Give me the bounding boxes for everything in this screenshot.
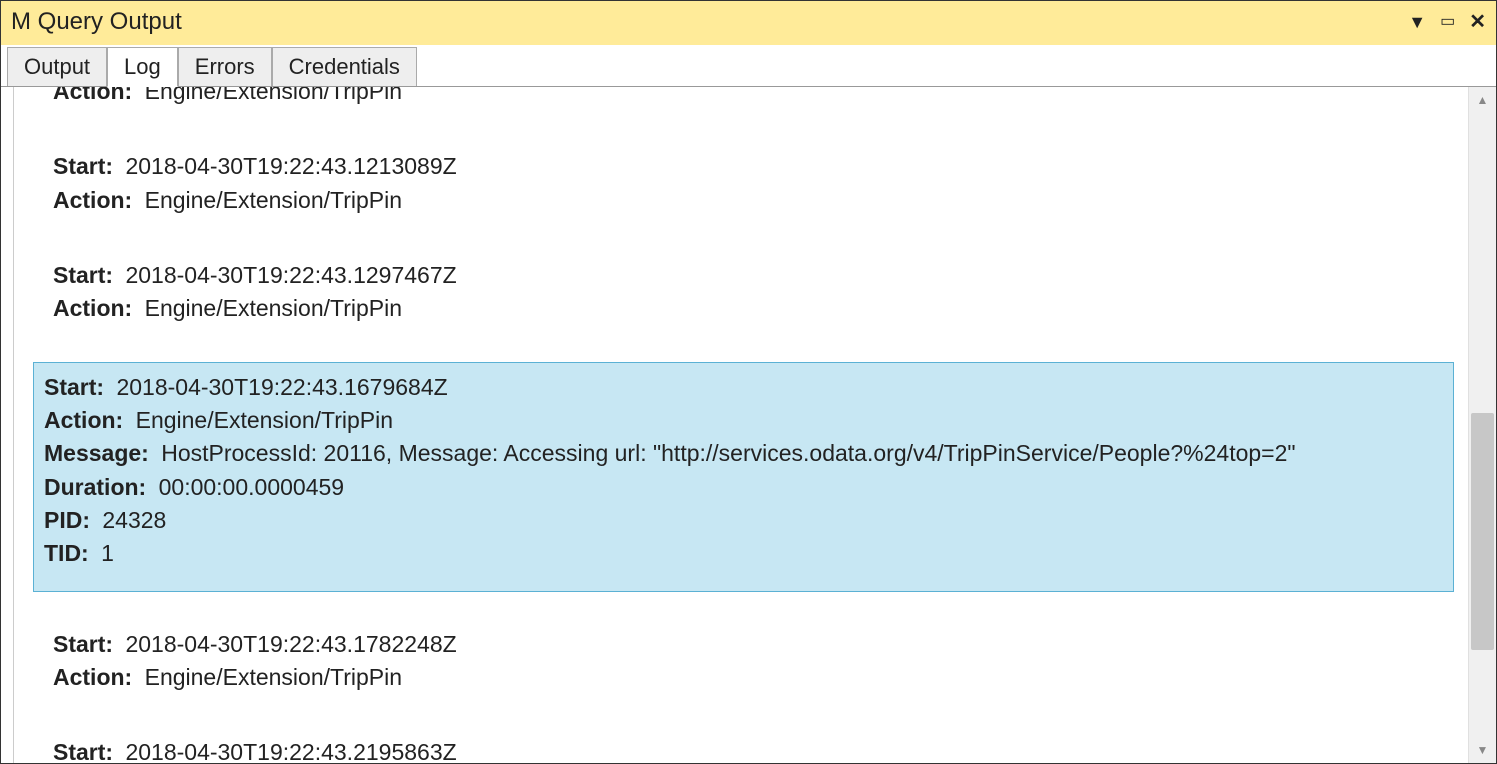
field-action-value: Engine/Extension/TripPin	[145, 295, 402, 321]
field-action-label: Action:	[53, 87, 132, 104]
field-start-label: Start:	[44, 374, 104, 400]
scroll-thumb[interactable]	[1471, 413, 1494, 650]
field-pid-value: 24328	[102, 507, 166, 533]
log-left-border	[13, 87, 14, 763]
tab-credentials[interactable]: Credentials	[272, 47, 417, 86]
field-start-value: 2018-04-30T19:22:43.1782248Z	[125, 631, 456, 657]
scroll-up-icon[interactable]: ▲	[1469, 87, 1496, 113]
field-message-label: Message:	[44, 440, 149, 466]
field-start-value: 2018-04-30T19:22:43.2195863Z	[125, 739, 456, 763]
field-start-label: Start:	[53, 739, 113, 763]
field-tid-value: 1	[101, 540, 114, 566]
field-action-label: Action:	[44, 407, 123, 433]
log-body: Action: Engine/Extension/TripPin Start: …	[25, 87, 1466, 763]
log-content: Action: Engine/Extension/TripPin Start: …	[1, 87, 1466, 763]
window-title: M Query Output	[11, 8, 182, 36]
close-icon[interactable]: ✕	[1469, 12, 1486, 32]
log-entry-selected[interactable]: Start: 2018-04-30T19:22:43.1679684Z Acti…	[33, 362, 1454, 592]
field-action-value: Engine/Extension/TripPin	[145, 187, 402, 213]
field-start-label: Start:	[53, 153, 113, 179]
field-pid-label: PID:	[44, 507, 90, 533]
scroll-track[interactable]	[1469, 113, 1496, 737]
tab-bar: Output Log Errors Credentials	[1, 45, 1496, 87]
field-start-label: Start:	[53, 262, 113, 288]
field-duration-label: Duration:	[44, 474, 146, 500]
field-action-label: Action:	[53, 187, 132, 213]
log-entry[interactable]: Action: Engine/Extension/TripPin	[45, 87, 1458, 114]
field-start-value: 2018-04-30T19:22:43.1297467Z	[125, 262, 456, 288]
field-start-label: Start:	[53, 631, 113, 657]
tab-output[interactable]: Output	[7, 47, 107, 86]
field-action-value: Engine/Extension/TripPin	[136, 407, 393, 433]
tab-errors[interactable]: Errors	[178, 47, 272, 86]
field-start-value: 2018-04-30T19:22:43.1213089Z	[125, 153, 456, 179]
field-message-value: HostProcessId: 20116, Message: Accessing…	[161, 440, 1295, 466]
log-entry[interactable]: Start: 2018-04-30T19:22:43.1782248Z Acti…	[45, 622, 1458, 701]
vertical-scrollbar[interactable]: ▲ ▼	[1468, 87, 1496, 763]
scroll-down-icon[interactable]: ▼	[1469, 737, 1496, 763]
field-duration-value: 00:00:00.0000459	[159, 474, 344, 500]
log-entry[interactable]: Start: 2018-04-30T19:22:43.1213089Z Acti…	[45, 144, 1458, 223]
dropdown-icon[interactable]: ▼	[1408, 13, 1426, 31]
maximize-icon[interactable]: ▭	[1440, 14, 1455, 30]
m-query-output-panel: M Query Output ▼ ▭ ✕ Output Log Errors C…	[0, 0, 1497, 764]
titlebar: M Query Output ▼ ▭ ✕	[1, 1, 1496, 45]
field-action-value: Engine/Extension/TripPin	[145, 664, 402, 690]
field-start-value: 2018-04-30T19:22:43.1679684Z	[116, 374, 447, 400]
field-action-label: Action:	[53, 295, 132, 321]
window-controls: ▼ ▭ ✕	[1408, 12, 1486, 32]
tab-log[interactable]: Log	[107, 47, 178, 87]
content-area: Action: Engine/Extension/TripPin Start: …	[1, 87, 1496, 763]
field-action-value: Engine/Extension/TripPin	[145, 87, 402, 104]
field-action-label: Action:	[53, 664, 132, 690]
log-entry[interactable]: Start: 2018-04-30T19:22:43.1297467Z Acti…	[45, 253, 1458, 332]
field-tid-label: TID:	[44, 540, 89, 566]
log-entry[interactable]: Start: 2018-04-30T19:22:43.2195863Z Acti…	[45, 730, 1458, 763]
